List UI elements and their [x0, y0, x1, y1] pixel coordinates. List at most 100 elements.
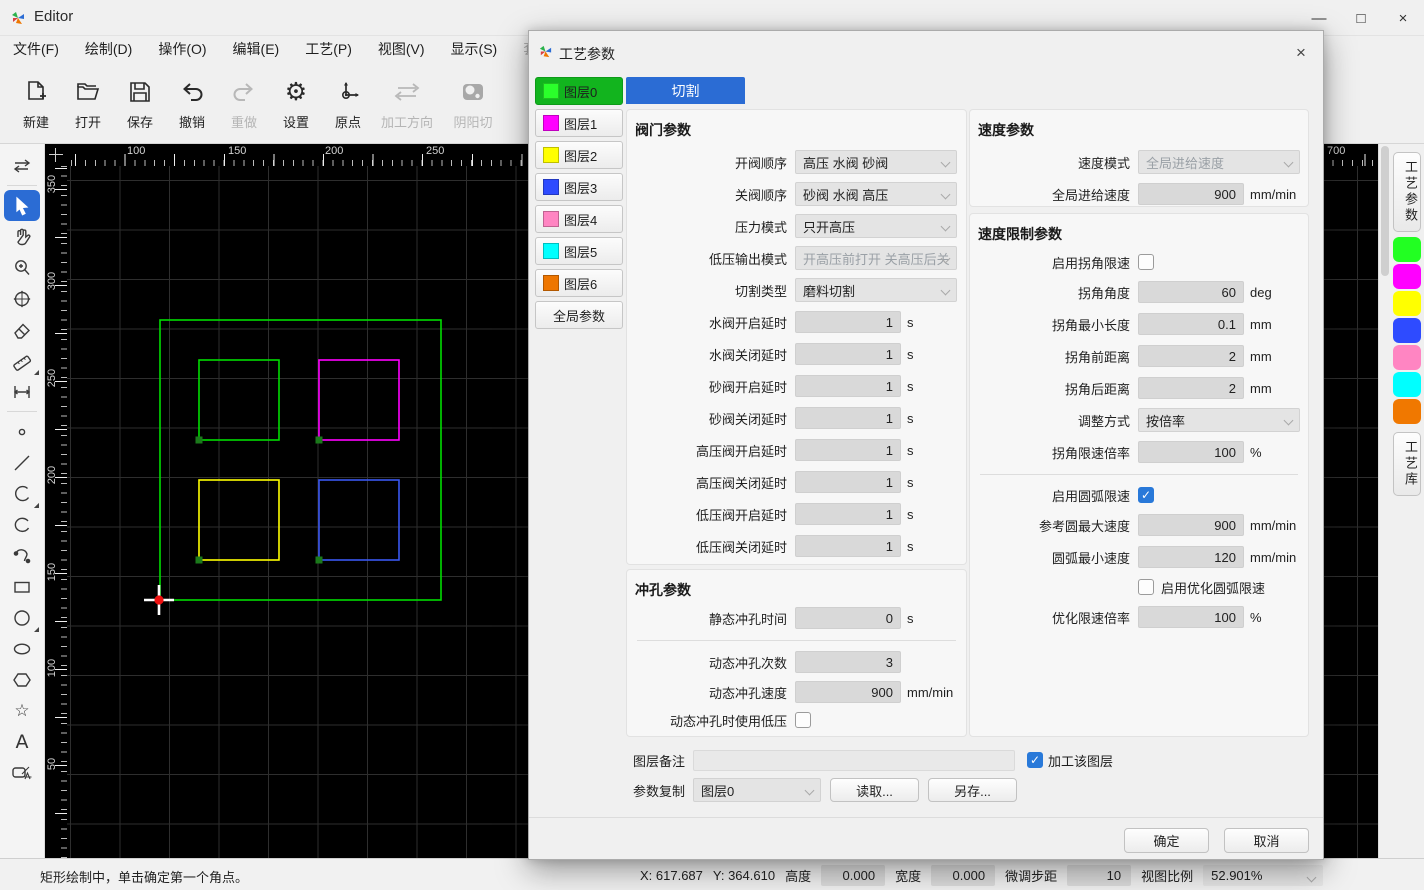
zoom-select[interactable]: 52.901%	[1203, 865, 1323, 886]
open-button[interactable]: 打开	[62, 62, 114, 143]
ok-button[interactable]: 确定	[1124, 828, 1209, 853]
lp-open-delay-input[interactable]: 1	[795, 503, 901, 525]
field-label: 启用拐角限速	[970, 253, 1130, 272]
layer-color-swatch[interactable]	[1393, 399, 1421, 424]
layer-button-1[interactable]: 图层1	[535, 109, 623, 137]
corner-angle-input[interactable]: 60	[1138, 281, 1244, 303]
corner-limit-checkbox[interactable]	[1138, 254, 1154, 270]
layer-color-swatch[interactable]	[1393, 237, 1421, 262]
undo-button[interactable]: 撤销	[166, 62, 218, 143]
vertical-scrollbar[interactable]	[1378, 144, 1390, 859]
corner-after-dist-input[interactable]: 2	[1138, 377, 1244, 399]
pressure-mode-select[interactable]: 只开高压	[795, 214, 957, 238]
maximize-icon[interactable]: □	[1340, 0, 1382, 36]
layer-swatch	[543, 211, 559, 227]
layer-button-5[interactable]: 图层5	[535, 237, 623, 265]
layer-button-0[interactable]: 图层0	[535, 77, 623, 105]
layer-color-swatch[interactable]	[1393, 291, 1421, 316]
arc-tool[interactable]	[4, 478, 40, 509]
pan-tool[interactable]	[4, 221, 40, 252]
section-title: 速度限制参数	[970, 214, 1308, 244]
tab-cutting[interactable]: 切割	[626, 77, 745, 104]
ellipse-tool[interactable]	[4, 633, 40, 664]
scrollbar-thumb[interactable]	[1381, 146, 1389, 276]
dynamic-punch-count-input[interactable]: 3	[795, 651, 901, 673]
layer-remark-input[interactable]	[693, 750, 1015, 771]
menu-display[interactable]: 显示(S)	[438, 36, 511, 62]
water-close-delay-input[interactable]: 1	[795, 343, 901, 365]
bezier-tool[interactable]	[4, 540, 40, 571]
text-tool[interactable]: A	[4, 726, 40, 757]
layer-button-4[interactable]: 图层4	[535, 205, 623, 233]
menu-operate[interactable]: 操作(O)	[145, 36, 219, 62]
sand-close-delay-input[interactable]: 1	[795, 407, 901, 429]
swap-direction-tool[interactable]	[4, 150, 40, 181]
layer-color-swatch[interactable]	[1393, 318, 1421, 343]
move-view-tool[interactable]	[4, 283, 40, 314]
select-tool[interactable]	[4, 190, 40, 221]
opt-rate-input[interactable]: 100	[1138, 606, 1244, 628]
polygon-tool[interactable]	[4, 664, 40, 695]
global-feed-speed-input[interactable]: 900	[1138, 183, 1244, 205]
menu-view[interactable]: 视图(V)	[365, 36, 438, 62]
dialog-close-icon[interactable]: ×	[1289, 41, 1313, 65]
hp-open-delay-input[interactable]: 1	[795, 439, 901, 461]
lp-close-delay-input[interactable]: 1	[795, 535, 901, 557]
layer-button-6[interactable]: 图层6	[535, 269, 623, 297]
opt-arc-limit-checkbox[interactable]	[1138, 579, 1154, 595]
layer-button-2[interactable]: 图层2	[535, 141, 623, 169]
shape-combine-tool[interactable]	[4, 757, 40, 788]
arc-min-speed-input[interactable]: 120	[1138, 546, 1244, 568]
open-valve-order-select[interactable]: 高压 水阀 砂阀	[795, 150, 957, 174]
width-field[interactable]: 0.000	[931, 865, 995, 886]
circle-tool[interactable]	[4, 602, 40, 633]
sand-open-delay-input[interactable]: 1	[795, 375, 901, 397]
close-valve-order-select[interactable]: 砂阀 水阀 高压	[795, 182, 957, 206]
cut-type-select[interactable]: 磨料切割	[795, 278, 957, 302]
static-punch-time-input[interactable]: 0	[795, 607, 901, 629]
global-params-button[interactable]: 全局参数	[535, 301, 623, 329]
cancel-button[interactable]: 取消	[1224, 828, 1309, 853]
zoom-tool[interactable]	[4, 252, 40, 283]
layer-color-swatch[interactable]	[1393, 345, 1421, 370]
dynamic-punch-lowpressure-checkbox[interactable]	[795, 712, 811, 728]
arc2-tool[interactable]	[4, 509, 40, 540]
menu-edit[interactable]: 编辑(E)	[220, 36, 293, 62]
v-ruler-label: 300	[46, 270, 58, 292]
menu-process[interactable]: 工艺(P)	[292, 36, 365, 62]
point-tool[interactable]	[4, 416, 40, 447]
process-params-button[interactable]: 工艺参数	[1393, 152, 1421, 232]
height-field[interactable]: 0.000	[821, 865, 885, 886]
line-tool[interactable]	[4, 447, 40, 478]
corner-rate-input[interactable]: 100	[1138, 441, 1244, 463]
star-tool[interactable]: ☆	[4, 695, 40, 726]
menu-draw[interactable]: 绘制(D)	[72, 36, 145, 62]
settings-button[interactable]: ⚙ 设置	[270, 62, 322, 143]
read-button[interactable]: 读取...	[830, 778, 919, 802]
dimension-tool[interactable]	[4, 376, 40, 407]
dynamic-punch-speed-input[interactable]: 900	[795, 681, 901, 703]
copy-layer-select[interactable]: 图层0	[693, 778, 821, 802]
corner-min-length-input[interactable]: 0.1	[1138, 313, 1244, 335]
arc-limit-checkbox[interactable]: ✓	[1138, 487, 1154, 503]
eraser-tool[interactable]	[4, 314, 40, 345]
saveas-button[interactable]: 另存...	[928, 778, 1017, 802]
menu-file[interactable]: 文件(F)	[0, 36, 72, 62]
process-layer-checkbox[interactable]: ✓	[1027, 752, 1043, 768]
layer-color-swatch[interactable]	[1393, 264, 1421, 289]
ruler-tool[interactable]	[4, 345, 40, 376]
ref-circle-max-speed-input[interactable]: 900	[1138, 514, 1244, 536]
origin-button[interactable]: 原点	[322, 62, 374, 143]
close-icon[interactable]: ×	[1382, 0, 1424, 36]
water-open-delay-input[interactable]: 1	[795, 311, 901, 333]
layer-color-swatch[interactable]	[1393, 372, 1421, 397]
save-button[interactable]: 保存	[114, 62, 166, 143]
rectangle-tool[interactable]	[4, 571, 40, 602]
step-field[interactable]: 10	[1067, 865, 1131, 886]
new-button[interactable]: 新建	[10, 62, 62, 143]
process-library-button[interactable]: 工艺库	[1393, 432, 1421, 496]
hp-close-delay-input[interactable]: 1	[795, 471, 901, 493]
layer-button-3[interactable]: 图层3	[535, 173, 623, 201]
corner-before-dist-input[interactable]: 2	[1138, 345, 1244, 367]
adjust-mode-select[interactable]: 按倍率	[1138, 408, 1300, 432]
